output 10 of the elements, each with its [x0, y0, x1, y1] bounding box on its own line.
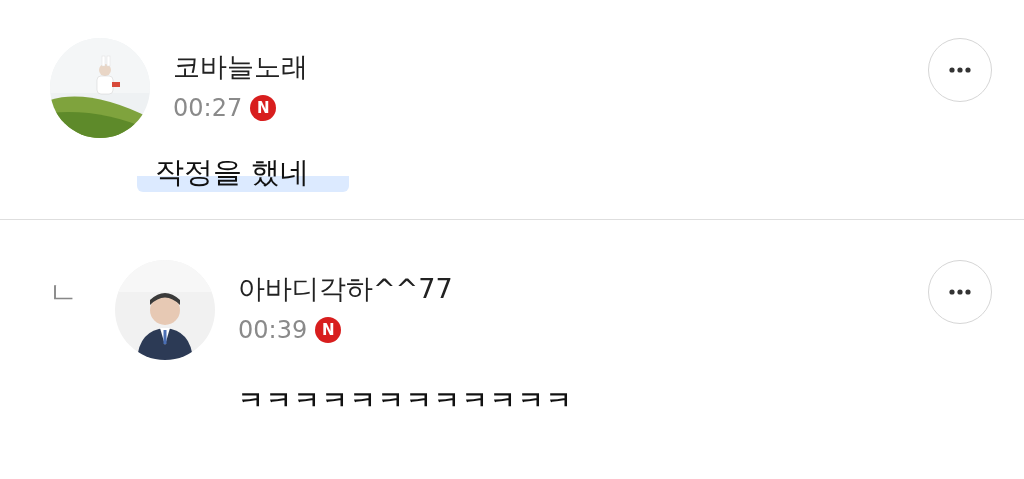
comment-time: 00:39 — [238, 316, 308, 344]
n-badge: N — [315, 317, 342, 343]
comment-time: 00:27 — [173, 94, 243, 122]
author-name[interactable]: 아바디각하^^77 — [238, 272, 453, 306]
reply-mark: ㄴ — [48, 278, 79, 308]
more-icon — [949, 289, 971, 295]
author-name[interactable]: 코바늘노래 — [173, 50, 308, 84]
more-icon — [949, 67, 971, 73]
comment-text: ㅋㅋㅋㅋㅋㅋㅋㅋㅋㅋㅋㅋ — [237, 384, 575, 417]
n-badge: N — [250, 95, 277, 121]
